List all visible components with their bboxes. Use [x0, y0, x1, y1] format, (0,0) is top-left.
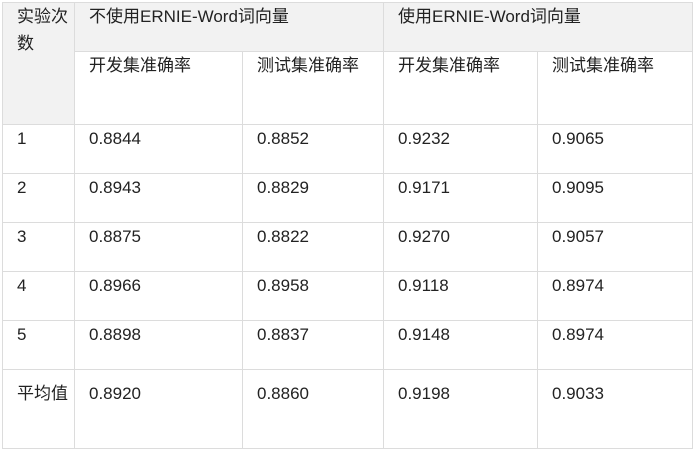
table-cell: 0.9198	[383, 369, 538, 449]
table-cell: 0.9033	[537, 369, 693, 449]
table-cell: 0.9057	[537, 222, 693, 272]
table-header: 实验次数 不使用ERNIE-Word词向量 使用ERNIE-Word词向量 开发…	[2, 2, 693, 125]
header-row-groups: 实验次数 不使用ERNIE-Word词向量 使用ERNIE-Word词向量	[2, 2, 693, 125]
column-header-with-dev-accuracy: 开发集准确率	[383, 51, 538, 125]
table-cell: 0.9118	[383, 271, 538, 321]
table-cell: 0.8860	[242, 369, 384, 449]
table-row: 4 0.8966 0.8958 0.9118 0.8974	[2, 271, 693, 321]
table-cell: 0.8974	[537, 320, 693, 370]
row-label: 4	[2, 271, 75, 321]
table-cell: 0.9148	[383, 320, 538, 370]
table-cell: 0.8852	[242, 124, 384, 174]
table-cell: 0.8829	[242, 173, 384, 223]
table-row: 2 0.8943 0.8829 0.9171 0.9095	[2, 173, 693, 223]
table-cell: 0.8844	[74, 124, 243, 174]
row-label: 5	[2, 320, 75, 370]
row-label-average: 平均值	[2, 369, 75, 449]
table-cell: 0.8943	[74, 173, 243, 223]
table-cell: 0.8837	[242, 320, 384, 370]
table-cell: 0.9065	[537, 124, 693, 174]
results-table: 实验次数 不使用ERNIE-Word词向量 使用ERNIE-Word词向量 开发…	[2, 2, 693, 449]
table-cell: 0.8958	[242, 271, 384, 321]
table-cell: 0.9232	[383, 124, 538, 174]
row-label: 1	[2, 124, 75, 174]
header-row-columns: 开发集准确率 测试集准确率 开发集准确率 测试集准确率	[3, 51, 693, 125]
table-cell: 0.9171	[383, 173, 538, 223]
row-label: 3	[2, 222, 75, 272]
group-header-without-ernie: 不使用ERNIE-Word词向量	[74, 2, 384, 52]
table-cell: 0.8920	[74, 369, 243, 449]
row-label: 2	[2, 173, 75, 223]
table-row-average: 平均值 0.8920 0.8860 0.9198 0.9033	[2, 369, 693, 449]
table-row: 5 0.8898 0.8837 0.9148 0.8974	[2, 320, 693, 370]
table-cell: 0.8898	[74, 320, 243, 370]
table-row: 3 0.8875 0.8822 0.9270 0.9057	[2, 222, 693, 272]
column-header-without-test-accuracy: 测试集准确率	[242, 51, 384, 125]
results-table-container: 实验次数 不使用ERNIE-Word词向量 使用ERNIE-Word词向量 开发…	[2, 2, 694, 454]
table-row: 1 0.8844 0.8852 0.9232 0.9065	[2, 124, 693, 174]
table-cell: 0.8974	[537, 271, 693, 321]
table-cell: 0.8875	[74, 222, 243, 272]
table-cell: 0.9095	[537, 173, 693, 223]
table-body: 1 0.8844 0.8852 0.9232 0.9065 2 0.8943 0…	[2, 124, 693, 449]
corner-header-trial-count: 实验次数	[2, 2, 75, 125]
table-cell: 0.8822	[242, 222, 384, 272]
table-cell: 0.8966	[74, 271, 243, 321]
column-header-without-dev-accuracy: 开发集准确率	[74, 51, 243, 125]
table-cell: 0.9270	[383, 222, 538, 272]
column-header-with-test-accuracy: 测试集准确率	[537, 51, 693, 125]
group-header-with-ernie: 使用ERNIE-Word词向量	[383, 2, 693, 52]
